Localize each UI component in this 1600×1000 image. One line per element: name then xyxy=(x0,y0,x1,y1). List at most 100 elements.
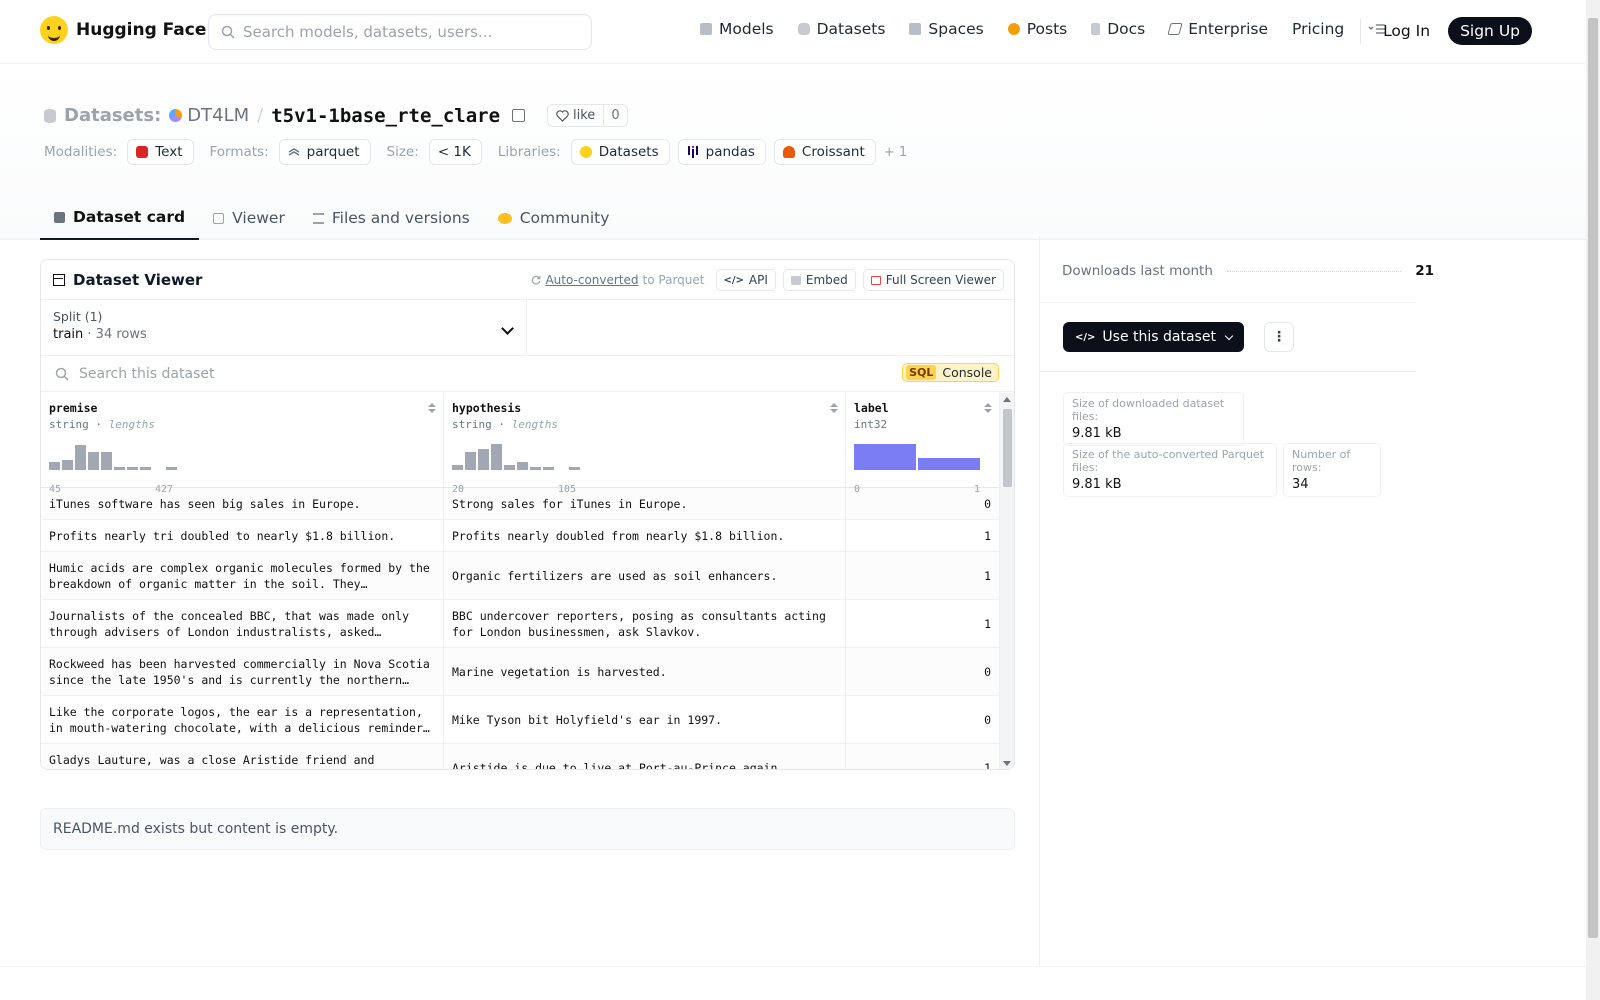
scroll-up-arrow[interactable] xyxy=(1003,397,1011,402)
global-search-input[interactable]: Search models, datasets, users... xyxy=(208,14,592,50)
histogram-bar[interactable] xyxy=(101,451,112,470)
cell-hypothesis[interactable]: Strong sales for iTunes in Europe. xyxy=(444,488,846,519)
cell-label[interactable]: 0 xyxy=(846,648,999,695)
nav-pricing[interactable]: Pricing xyxy=(1292,20,1344,38)
histogram-bar[interactable] xyxy=(49,462,60,470)
histogram-bar[interactable] xyxy=(166,466,177,470)
table-row[interactable]: Journalists of the concealed BBC, that w… xyxy=(41,600,999,648)
histogram-bar[interactable] xyxy=(504,464,515,470)
histogram-bar[interactable] xyxy=(543,467,554,470)
nav-models[interactable]: Models xyxy=(700,20,774,38)
cell-premise[interactable]: Journalists of the concealed BBC, that w… xyxy=(41,600,444,647)
scroll-down-arrow[interactable] xyxy=(1003,761,1011,766)
search-icon xyxy=(221,25,235,39)
dataset-search-input[interactable]: Search this dataset SQL Console xyxy=(41,356,1014,392)
cell-premise[interactable]: Like the corporate logos, the ear is a r… xyxy=(41,696,444,743)
cell-hypothesis[interactable]: Mike Tyson bit Holyfield's ear in 1997. xyxy=(444,696,846,743)
split-dropdown[interactable]: Split (1) train · 34 rows xyxy=(41,300,527,355)
tag-library-pandas[interactable]: pandas xyxy=(677,139,766,165)
sort-icon[interactable] xyxy=(428,403,436,415)
column-histogram xyxy=(854,442,980,470)
scroll-thumb[interactable] xyxy=(1003,409,1012,487)
cell-label[interactable]: 1 xyxy=(846,600,999,647)
page-scroll-thumb[interactable] xyxy=(1588,18,1598,938)
cell-hypothesis[interactable]: Organic fertilizers are used as soil enh… xyxy=(444,552,846,599)
cell-label[interactable]: 0 xyxy=(846,696,999,743)
tag-modality-text[interactable]: Text xyxy=(127,139,194,165)
like-button[interactable]: like 0 xyxy=(547,104,628,127)
hugging-face-logo[interactable]: Hugging Face xyxy=(40,16,206,44)
histogram-bar[interactable] xyxy=(140,466,151,470)
dataset-kind-link[interactable]: Datasets: xyxy=(64,105,161,126)
table-row[interactable]: Rockweed has been harvested commercially… xyxy=(41,648,999,696)
histogram-bar[interactable] xyxy=(88,451,99,470)
histogram-bar[interactable] xyxy=(465,451,476,470)
histogram-bar[interactable] xyxy=(478,449,489,470)
histogram-bar[interactable] xyxy=(918,458,980,470)
column-header-hypothesis[interactable]: hypothesis string · lengths 20 105 xyxy=(444,393,846,495)
tag-library-croissant[interactable]: Croissant xyxy=(773,139,876,165)
nav-enterprise[interactable]: Enterprise xyxy=(1167,20,1268,38)
tag-format-parquet[interactable]: parquet xyxy=(278,139,371,165)
nav-posts[interactable]: Posts xyxy=(1007,20,1067,38)
tab-community[interactable]: Community xyxy=(484,196,624,240)
cell-hypothesis[interactable]: Marine vegetation is harvested. xyxy=(444,648,846,695)
embed-button[interactable]: Embed xyxy=(782,269,856,291)
auto-converted-link[interactable]: Auto-converted xyxy=(545,273,638,287)
kebab-icon: ⋮ xyxy=(1272,329,1286,345)
cell-label[interactable]: 1 xyxy=(846,520,999,551)
tab-files-and-versions[interactable]: Files and versions xyxy=(299,196,484,240)
cell-hypothesis[interactable]: BBC undercover reporters, posing as cons… xyxy=(444,600,846,647)
table-row[interactable]: Gladys Lauture, was a close Aristide fri… xyxy=(41,744,999,770)
nav-docs[interactable]: Docs xyxy=(1091,20,1145,38)
cell-label[interactable]: 1 xyxy=(846,744,999,770)
table-row[interactable]: Humic acids are complex organic molecule… xyxy=(41,552,999,600)
cell-premise[interactable]: Rockweed has been harvested commercially… xyxy=(41,648,444,695)
histogram-bar[interactable] xyxy=(517,462,528,470)
cell-hypothesis[interactable]: Profits nearly doubled from nearly $1.8 … xyxy=(444,520,846,551)
cell-hypothesis[interactable]: Aristide is due to live at Port-au-Princ… xyxy=(444,744,846,769)
table-row[interactable]: Like the corporate logos, the ear is a r… xyxy=(41,696,999,744)
tag-library-datasets[interactable]: Datasets xyxy=(570,139,670,165)
histogram-bar[interactable] xyxy=(75,445,86,470)
histogram-bar[interactable] xyxy=(114,466,125,470)
cell-premise[interactable]: Gladys Lauture, was a close Aristide fri… xyxy=(41,744,444,769)
login-button[interactable]: Log In xyxy=(1377,18,1436,44)
table-scrollbar[interactable] xyxy=(999,393,1014,769)
more-libraries-link[interactable]: + 1 xyxy=(884,145,907,160)
signup-button[interactable]: Sign Up xyxy=(1448,17,1532,45)
sort-icon[interactable] xyxy=(830,403,838,415)
cell-premise[interactable]: Profits nearly tri doubled to nearly $1.… xyxy=(41,520,444,551)
histogram-bar[interactable] xyxy=(62,459,73,470)
copy-icon[interactable] xyxy=(512,109,526,122)
histogram-bar[interactable] xyxy=(530,467,541,470)
tag-size[interactable]: < 1K xyxy=(428,139,482,165)
histogram-bar[interactable] xyxy=(569,467,580,470)
nav-datasets[interactable]: Datasets xyxy=(797,20,885,38)
histogram-bar[interactable] xyxy=(854,444,916,470)
divider xyxy=(1040,371,1416,372)
more-options-button[interactable]: ⋮ xyxy=(1264,322,1294,352)
tab-viewer[interactable]: Viewer xyxy=(199,196,299,240)
cell-label[interactable]: 1 xyxy=(846,552,999,599)
histogram-bar[interactable] xyxy=(452,464,463,470)
cell-premise[interactable]: iTunes software has seen big sales in Eu… xyxy=(41,488,444,519)
column-header-label[interactable]: label int32 0 1 xyxy=(846,393,999,495)
dataset-name-link[interactable]: t5v1-1base_rte_clare xyxy=(271,105,500,127)
histogram-bar[interactable] xyxy=(491,444,502,470)
sql-console-button[interactable]: SQL Console xyxy=(902,363,999,382)
use-this-dataset-button[interactable]: </> Use this dataset xyxy=(1063,322,1244,352)
stat-value: 9.81 kB xyxy=(1072,426,1122,441)
histogram-bar[interactable] xyxy=(127,466,138,470)
column-hint: lengths xyxy=(511,418,558,431)
tab-dataset-card[interactable]: Dataset card xyxy=(40,196,200,240)
sort-icon[interactable] xyxy=(984,403,992,415)
org-link[interactable]: DT4LM xyxy=(169,105,249,126)
api-button[interactable]: </> API xyxy=(715,269,776,291)
page-scrollbar[interactable] xyxy=(1586,0,1600,1000)
nav-spaces[interactable]: Spaces xyxy=(909,20,984,38)
table-row[interactable]: Profits nearly tri doubled to nearly $1.… xyxy=(41,520,999,552)
column-header-premise[interactable]: premise string · lengths 45 427 xyxy=(41,393,444,495)
full-screen-viewer-button[interactable]: Full Screen Viewer xyxy=(862,269,1004,291)
cell-premise[interactable]: Humic acids are complex organic molecule… xyxy=(41,552,444,599)
